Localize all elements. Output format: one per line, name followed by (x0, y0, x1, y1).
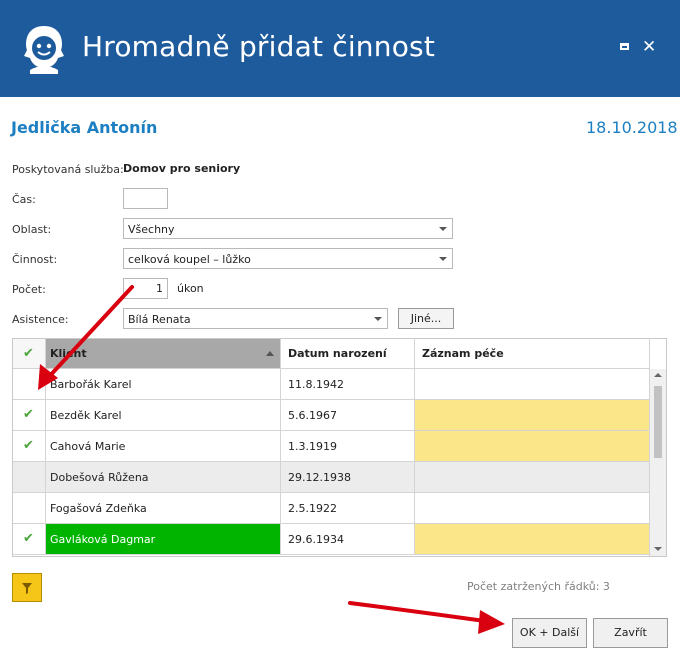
annotation-arrow (38, 285, 134, 390)
annotation-arrows (38, 285, 505, 634)
annotation-arrow (348, 601, 505, 634)
